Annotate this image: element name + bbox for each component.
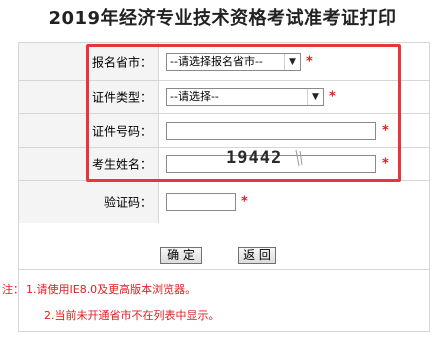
chevron-down-icon: ▼: [307, 89, 323, 105]
province-select[interactable]: --请选择报名省市-- ▼: [166, 52, 301, 71]
exam-admission-form: 报名省市： --请选择报名省市-- ▼ * 证件类型： --请选择-- ▼ * …: [18, 42, 430, 270]
required-mark: *: [382, 123, 389, 138]
province-row: 报名省市： --请选择报名省市-- ▼ *: [19, 43, 429, 81]
province-select-value: --请选择报名省市--: [170, 54, 263, 68]
captcha-field-cell: *: [160, 181, 429, 223]
name-row: 考生姓名： *: [19, 148, 429, 181]
id-type-field-cell: --请选择-- ▼ *: [160, 81, 429, 113]
note-item-2: 2.当前未开通省市不在列表中显示。: [44, 309, 220, 322]
id-number-label-cell: 证件号码：: [19, 114, 159, 147]
captcha-text: 19442: [226, 148, 283, 168]
captcha-row: 验证码： *: [19, 181, 429, 223]
required-mark: *: [241, 194, 248, 210]
required-mark: *: [306, 54, 313, 69]
name-label: 考生姓名：: [91, 157, 152, 172]
required-mark: *: [382, 156, 389, 172]
id-type-label: 证件类型：: [91, 90, 152, 105]
id-number-row: 证件号码： *: [19, 114, 429, 148]
confirm-button[interactable]: 确 定: [160, 247, 202, 264]
chevron-down-icon: ▼: [284, 53, 300, 70]
back-button[interactable]: 返 回: [238, 247, 276, 264]
captcha-noise-icon: [295, 149, 303, 167]
notes-prefix: 注：: [2, 283, 24, 296]
id-type-row: 证件类型： --请选择-- ▼ *: [19, 81, 429, 114]
required-mark: *: [329, 89, 336, 105]
id-type-select[interactable]: --请选择-- ▼: [166, 88, 324, 106]
province-label-cell: 报名省市：: [19, 43, 159, 80]
id-type-select-value: --请选择--: [170, 90, 219, 103]
id-number-input[interactable]: [166, 121, 376, 140]
id-number-label: 证件号码：: [91, 124, 152, 138]
captcha-label: 验证码：: [103, 195, 152, 210]
name-label-cell: 考生姓名：: [19, 148, 159, 180]
captcha-label-cell: 验证码：: [19, 181, 159, 223]
province-field-cell: --请选择报名省市-- ▼ *: [160, 43, 429, 80]
note-item-1: 1.请使用IE8.0及更高版本浏览器。: [26, 283, 197, 296]
captcha-input[interactable]: [166, 193, 236, 211]
page-title: 2019年经济专业技术资格考试准考证打印: [48, 8, 397, 29]
province-label: 报名省市：: [91, 55, 152, 69]
id-number-field-cell: *: [160, 114, 429, 147]
captcha-image[interactable]: 19442: [226, 146, 304, 170]
id-type-label-cell: 证件类型：: [19, 81, 159, 113]
